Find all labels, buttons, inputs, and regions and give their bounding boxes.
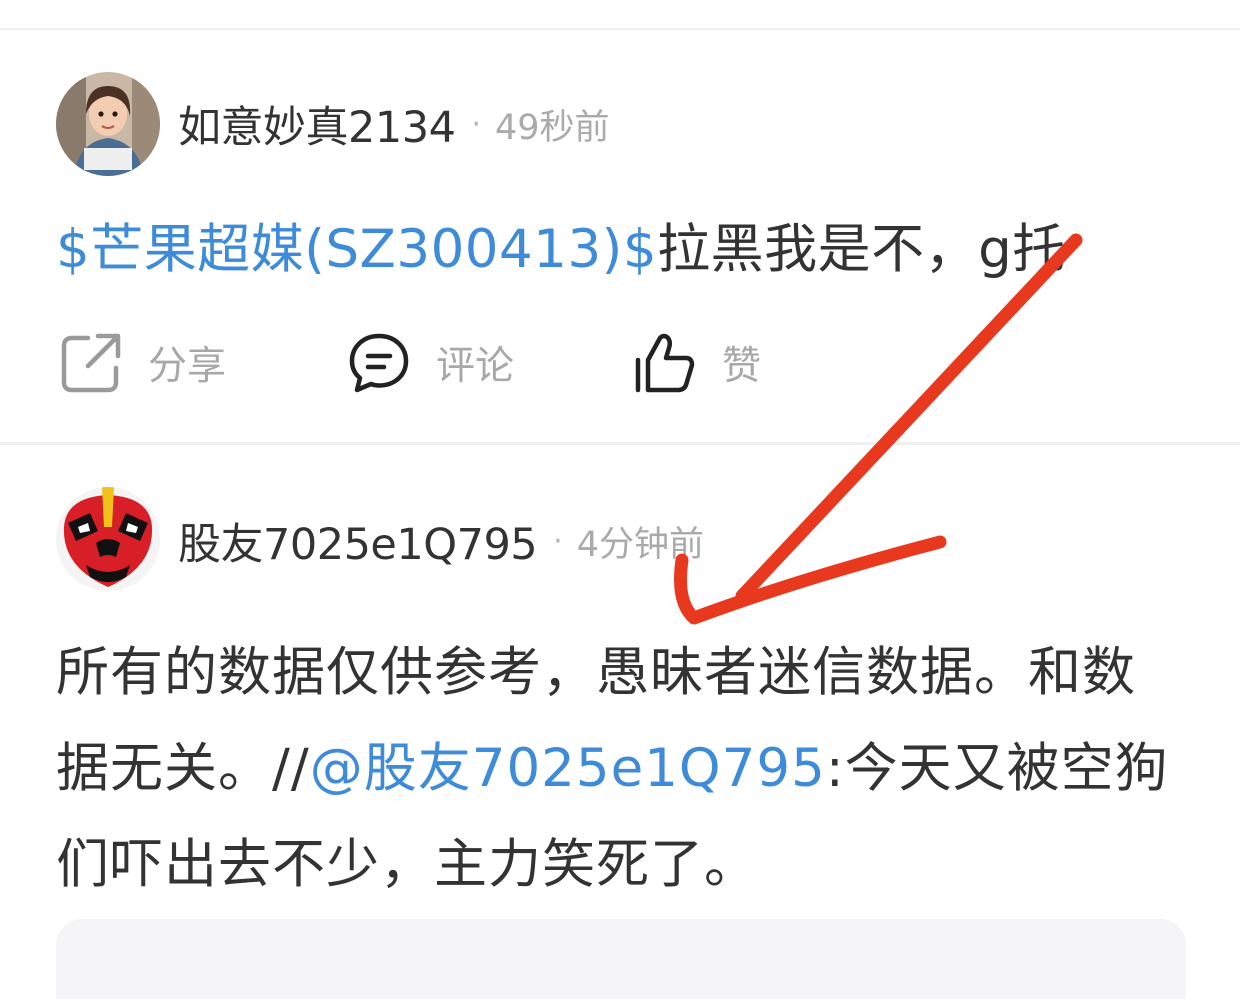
comment-button[interactable]: 评论 — [346, 330, 632, 396]
meta-separator: · — [471, 106, 481, 142]
share-label: 分享 — [148, 344, 227, 389]
username[interactable]: 股友7025e1Q795 — [178, 510, 538, 572]
avatar-image — [56, 72, 160, 176]
username[interactable]: 如意妙真2134 — [178, 93, 456, 155]
avatar-image — [56, 487, 160, 591]
share-icon — [58, 330, 124, 396]
share-button[interactable]: 分享 — [58, 330, 346, 396]
stock-tag-link[interactable]: $芒果超媒(SZ300413)$ — [56, 219, 657, 280]
post-meta: 股友7025e1Q795 · 4分钟前 — [178, 511, 704, 571]
post-time: 4分钟前 — [576, 524, 704, 565]
post-content: 所有的数据仅供参考，愚昧者迷信数据。和数据无关。//@股友7025e1Q795:… — [56, 625, 1170, 913]
quoted-post-card[interactable] — [56, 919, 1186, 999]
post-card[interactable]: 股友7025e1Q795 · 4分钟前 所有的数据仅供参考，愚昧者迷信数据。和数… — [0, 445, 1240, 999]
post-meta: 如意妙真2134 · 49秒前 — [178, 94, 610, 154]
post-time: 49秒前 — [494, 107, 610, 148]
comment-label: 评论 — [436, 344, 515, 389]
post-card[interactable]: 如意妙真2134 · 49秒前 $芒果超媒(SZ300413)$拉黑我是不，g托… — [0, 30, 1240, 442]
post-text: 拉黑我是不，g托 — [657, 219, 1066, 280]
comment-icon — [346, 330, 412, 396]
mention-link[interactable]: @股友7025e1Q795 — [310, 738, 826, 799]
post-content: $芒果超媒(SZ300413)$拉黑我是不，g托 — [56, 212, 1170, 288]
avatar[interactable] — [56, 487, 160, 591]
like-label: 赞 — [722, 344, 762, 389]
action-bar: 分享 评论 赞 — [58, 330, 761, 396]
meta-separator: · — [553, 523, 563, 559]
avatar[interactable] — [56, 72, 160, 176]
thumbs-up-icon — [632, 330, 698, 396]
like-button[interactable]: 赞 — [632, 330, 761, 396]
